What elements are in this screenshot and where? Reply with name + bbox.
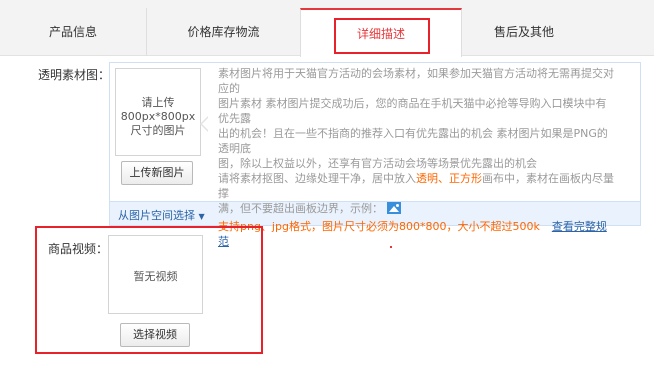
desc-line-6: 满，但不要超出画板边界，示例： xyxy=(218,201,616,216)
upload-new-image-button[interactable]: 上传新图片 xyxy=(121,161,193,185)
select-video-button[interactable]: 选择视频 xyxy=(120,323,190,347)
tab-price-stock-logistics[interactable]: 价格库存物流 xyxy=(146,8,300,56)
video-placeholder: 暂无视频 xyxy=(108,235,203,314)
example-image-icon[interactable] xyxy=(387,202,401,214)
caret-down-icon: ▼ xyxy=(198,212,205,221)
red-dot-marker xyxy=(390,246,392,248)
desc-line-4: 图，除以上权益以外，还享有官方活动会场等场景优先露出的机会 xyxy=(218,157,537,170)
desc-highlight-separator: 、 xyxy=(438,172,449,185)
material-description: 素材图片将用于天猫官方活动的会场素材，如果参加天猫官方活动将无需再提交对应的 图… xyxy=(218,66,616,249)
transparent-image-label: 透明素材图： xyxy=(38,68,111,82)
desc-line-5a: 请将素材抠图、边缘处理干净，居中放入 xyxy=(218,172,416,185)
from-image-space-link[interactable]: 从图片空间选择 ▼ xyxy=(118,207,205,223)
tab-bar: 产品信息 价格库存物流 详细描述 售后及其他 xyxy=(0,0,654,57)
desc-pointer-inner xyxy=(202,117,209,131)
format-note: 支持png、jpg格式，图片尺寸必须为800*800，大小不超过500k xyxy=(218,220,540,233)
desc-highlight-transparent: 透明 xyxy=(416,172,438,185)
tab-product-info[interactable]: 产品信息 xyxy=(0,8,146,56)
placeholder-line-3: 尺寸的图片 xyxy=(130,124,186,137)
tab-highlight-box xyxy=(334,18,430,54)
desc-line-3: 出的机会！且在一些不指商的推荐入口有优先露出的机会 素材图片如果是PNG的透明底 xyxy=(218,127,608,155)
desc-line-2: 图片素材 素材图片提交成功后，您的商品在手机天猫中必抢等导购入口模块中有优先露 xyxy=(218,97,607,125)
desc-highlight-square: 正方形 xyxy=(449,172,482,185)
placeholder-line-1: 请上传 xyxy=(141,96,175,109)
format-note-line: 支持png、jpg格式，图片尺寸必须为800*800，大小不超过500k 查看完整… xyxy=(218,219,616,249)
product-video-label: 商品视频： xyxy=(48,242,109,256)
desc-line-5: 请将素材抠图、边缘处理干净，居中放入透明、正方形画布中，素材在画板内尽量撑 xyxy=(218,171,616,201)
from-image-space-label: 从图片空间选择 xyxy=(118,209,195,222)
tab-after-sales[interactable]: 售后及其他 xyxy=(462,8,586,56)
desc-line-6-text: 满，但不要超出画板边界，示例： xyxy=(218,202,383,215)
image-upload-placeholder[interactable]: 请上传 800px*800px 尺寸的图片 xyxy=(115,68,201,156)
placeholder-line-2: 800px*800px xyxy=(120,110,196,123)
desc-line-1: 素材图片将用于天猫官方活动的会场素材，如果参加天猫官方活动将无需再提交对应的 xyxy=(218,67,614,95)
no-video-text: 暂无视频 xyxy=(133,270,178,283)
